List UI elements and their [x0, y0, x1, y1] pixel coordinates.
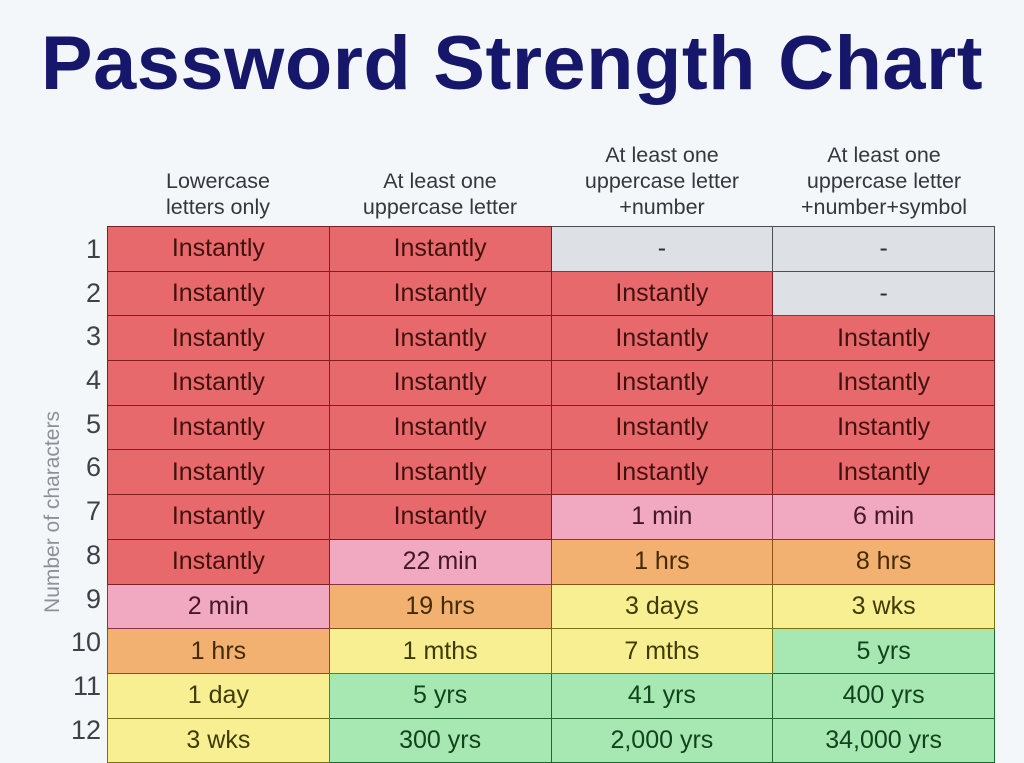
- crack-time-cell: 7 mths: [550, 628, 774, 674]
- table-row: Instantly Instantly Instantly Instantly: [107, 449, 995, 496]
- crack-time-cell: 41 yrs: [550, 672, 774, 719]
- crack-time-cell: Instantly: [328, 315, 552, 362]
- crack-time-cell: Instantly: [328, 360, 552, 406]
- column-header-line: +number+symbol: [800, 195, 968, 219]
- table-row: Instantly Instantly - -: [107, 226, 995, 272]
- crack-time-cell: 8 hrs: [772, 538, 995, 585]
- table-row: 1 day 5 yrs 41 yrs 400 yrs: [107, 672, 995, 719]
- crack-time-cell: 2 min: [107, 583, 330, 630]
- row-number-label: 7: [85, 496, 101, 527]
- row-number-label: 6: [85, 452, 101, 483]
- crack-time-cell: Instantly: [550, 360, 774, 406]
- page-title: Password Strength Chart: [40, 21, 984, 106]
- column-header-line: At least one: [827, 143, 941, 167]
- column-header-line: uppercase letter: [362, 195, 518, 219]
- table-row: 1 hrs 1 mths 7 mths 5 yrs: [107, 628, 995, 674]
- crack-time-cell: Instantly: [328, 494, 552, 540]
- crack-time-cell: 1 min: [550, 494, 774, 540]
- table-row: Instantly Instantly 1 min 6 min: [107, 494, 995, 540]
- crack-time-cell: Instantly: [772, 360, 995, 406]
- row-number-label: 8: [85, 539, 101, 570]
- crack-time-cell: Instantly: [328, 449, 552, 496]
- row-number-label: 11: [72, 670, 101, 701]
- row-number-gutter: 1 2 3 4 5 6 7 8 9 10 11 12: [55, 228, 101, 752]
- crack-time-cell: 5 yrs: [772, 628, 995, 674]
- column-header-line: +number: [619, 195, 705, 219]
- column-header-row: Lowercase letters only At least one upperca…: [107, 126, 995, 226]
- crack-time-cell: 3 wks: [772, 583, 995, 630]
- crack-time-cell: -: [772, 270, 995, 317]
- crack-time-cell: Instantly: [328, 404, 552, 451]
- table-row: Instantly Instantly Instantly Instantly: [107, 360, 995, 406]
- crack-time-cell: Instantly: [107, 494, 330, 540]
- crack-time-cell: Instantly: [107, 404, 330, 451]
- crack-time-cell: -: [550, 226, 774, 272]
- password-strength-table: Instantly Instantly - - Instantly Instantly In…: [107, 226, 995, 763]
- row-number-label: 2: [85, 277, 101, 308]
- column-header-line: At least one: [605, 143, 719, 167]
- column-header-3: At least one uppercase letter +number: [551, 142, 773, 226]
- column-header-line: At least one: [383, 169, 497, 193]
- crack-time-cell: Instantly: [550, 449, 774, 496]
- crack-time-cell: Instantly: [107, 538, 330, 585]
- crack-time-cell: Instantly: [772, 315, 995, 362]
- crack-time-cell: 19 hrs: [328, 583, 552, 630]
- crack-time-cell: Instantly: [107, 449, 330, 496]
- crack-time-cell: Instantly: [107, 226, 330, 272]
- table-row: Instantly Instantly Instantly -: [107, 270, 995, 317]
- column-header-line: letters only: [166, 195, 270, 219]
- crack-time-cell: Instantly: [550, 315, 774, 362]
- crack-time-cell: -: [772, 226, 995, 272]
- crack-time-cell: Instantly: [550, 404, 774, 451]
- crack-time-cell: Instantly: [772, 404, 995, 451]
- crack-time-cell: 1 mths: [328, 628, 552, 674]
- crack-time-cell: 1 hrs: [107, 628, 330, 674]
- crack-time-cell: 1 hrs: [550, 538, 774, 585]
- crack-time-cell: Instantly: [107, 270, 330, 317]
- crack-time-cell: Instantly: [772, 449, 995, 496]
- row-number-label: 12: [70, 714, 101, 745]
- row-number-label: 4: [85, 365, 101, 396]
- column-header-2: At least one uppercase letter: [329, 168, 551, 226]
- crack-time-cell: 34,000 yrs: [772, 717, 995, 763]
- table-row: 2 min 19 hrs 3 days 3 wks: [107, 583, 995, 630]
- crack-time-cell: 400 yrs: [772, 672, 995, 719]
- crack-time-cell: 3 days: [550, 583, 774, 630]
- crack-time-cell: Instantly: [107, 360, 330, 406]
- row-number-label: 5: [85, 408, 101, 439]
- crack-time-cell: Instantly: [550, 270, 774, 317]
- crack-time-cell: 2,000 yrs: [550, 717, 774, 763]
- crack-time-cell: 6 min: [772, 494, 995, 540]
- column-header-4: At least one uppercase letter +number+symb…: [773, 142, 995, 226]
- table-row: Instantly Instantly Instantly Instantly: [107, 315, 995, 362]
- table-row: Instantly Instantly Instantly Instantly: [107, 404, 995, 451]
- column-header-1: Lowercase letters only: [107, 168, 329, 226]
- table-row: Instantly 22 min 1 hrs 8 hrs: [107, 538, 995, 585]
- crack-time-cell: Instantly: [328, 226, 552, 272]
- column-header-line: uppercase letter: [806, 169, 962, 193]
- chart-area: Lowercase letters only At least one upperca…: [107, 126, 995, 763]
- table-row: 3 wks 300 yrs 2,000 yrs 34,000 yrs: [107, 717, 995, 763]
- table-body: Instantly Instantly - - Instantly Instantly In…: [107, 226, 995, 763]
- crack-time-cell: Instantly: [328, 270, 552, 317]
- row-number-label: 1: [85, 234, 101, 264]
- column-header-line: Lowercase: [166, 169, 270, 193]
- crack-time-cell: Instantly: [107, 315, 330, 362]
- crack-time-cell: 3 wks: [107, 717, 330, 763]
- row-number-label: 9: [85, 583, 101, 614]
- crack-time-cell: 5 yrs: [328, 672, 552, 719]
- row-number-label: 10: [70, 627, 101, 658]
- crack-time-cell: 1 day: [107, 672, 330, 719]
- row-number-label: 3: [85, 321, 101, 352]
- column-header-line: uppercase letter: [584, 169, 740, 193]
- crack-time-cell: 300 yrs: [328, 717, 552, 763]
- crack-time-cell: 22 min: [328, 538, 552, 585]
